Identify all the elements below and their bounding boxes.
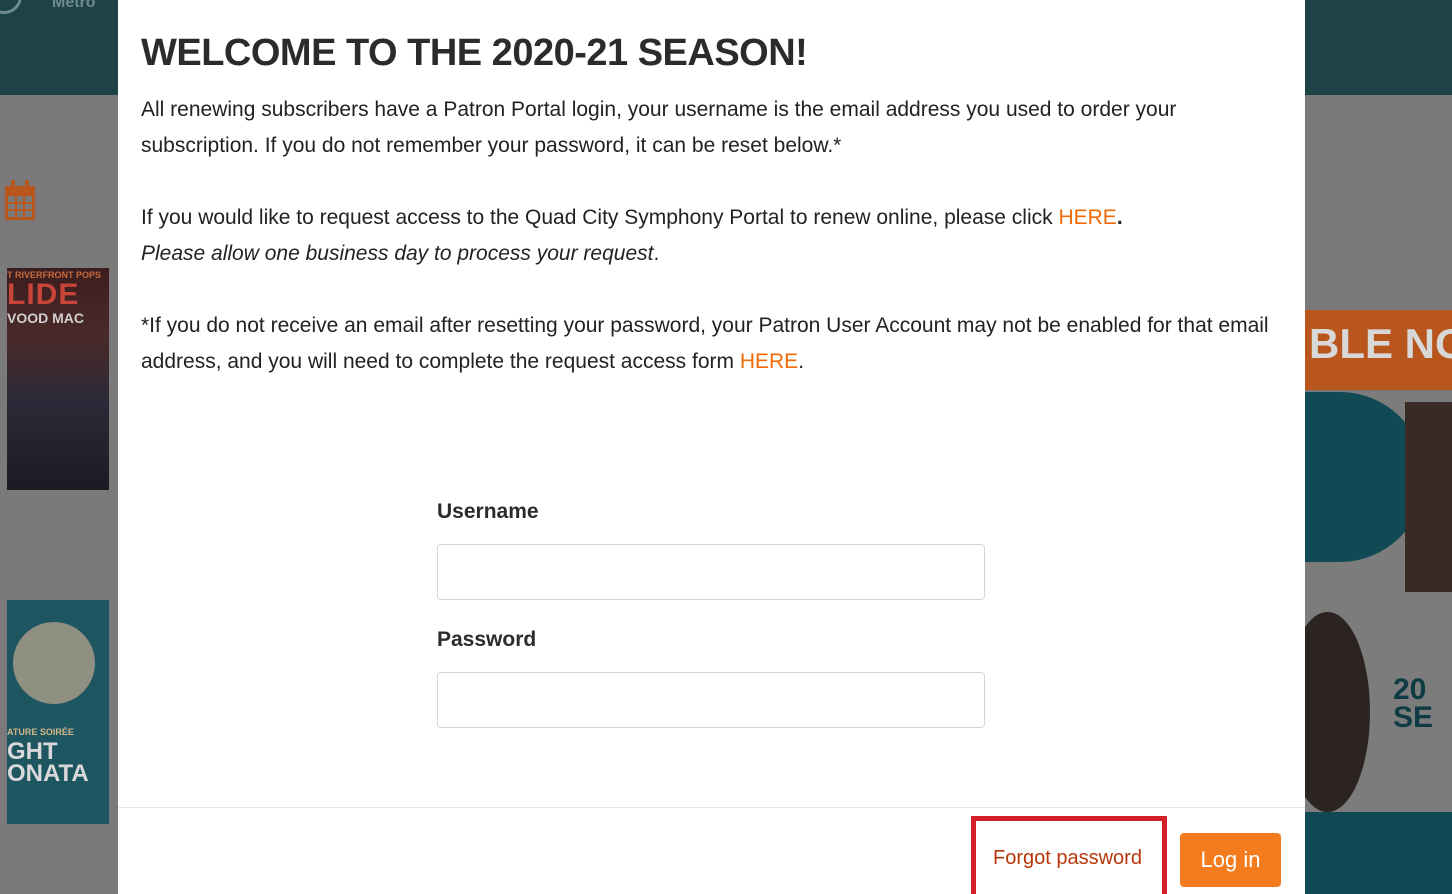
password-input[interactable] (437, 672, 985, 728)
site-logo-icon (0, 0, 22, 14)
moon-image (13, 622, 95, 704)
login-button[interactable]: Log in (1180, 833, 1281, 887)
intro-paragraph: All renewing subscribers have a Patron P… (141, 98, 1177, 157)
username-input[interactable] (437, 544, 985, 600)
login-form: Username Password (437, 500, 985, 728)
calendar-icon (5, 180, 35, 220)
request-access-link[interactable]: HERE (1058, 206, 1116, 229)
season-promo-art[interactable]: 20 SE (1305, 392, 1452, 894)
available-now-banner: BLE NO (1305, 310, 1452, 390)
request-access-paragraph: If you would like to request access to t… (141, 200, 1291, 272)
period: . (1116, 206, 1123, 229)
event-poster-soiree[interactable]: ATURE SOIRÉE GHT ONATA (7, 600, 109, 824)
period-2: . (653, 242, 660, 265)
username-label: Username (437, 500, 539, 523)
poster-title-2: ONATA (7, 760, 89, 787)
request-access-text: If you would like to request access to t… (141, 206, 1059, 229)
poster-caption: VOOD MAC (7, 310, 84, 326)
reset-note-text: *If you do not receive an email after re… (141, 314, 1269, 373)
period-3: . (798, 350, 805, 373)
password-label: Password (437, 628, 537, 651)
promo-year-text: 20 SE (1393, 673, 1434, 734)
promo-photo-violinist (1305, 612, 1370, 812)
poster-title: LIDE (7, 278, 80, 311)
event-poster-riverfront-pops[interactable]: T RIVERFRONT POPS LIDE VOOD MAC (7, 268, 109, 490)
site-logo-text: Metro (52, 0, 96, 11)
reset-note-paragraph: *If you do not receive an email after re… (141, 308, 1291, 380)
request-access-form-link[interactable]: HERE (740, 350, 798, 373)
forgot-password-link[interactable]: Forgot password (993, 847, 1142, 870)
processing-note: Please allow one business day to process… (141, 242, 654, 265)
login-modal: WELCOME TO THE 2020-21 SEASON! All renew… (118, 0, 1305, 894)
poster-subtitle: ATURE SOIRÉE (7, 727, 74, 737)
promo-photo (1405, 402, 1452, 592)
modal-body: All renewing subscribers have a Patron P… (141, 92, 1291, 416)
promo-shape-bottom (1305, 812, 1452, 894)
modal-title: WELCOME TO THE 2020-21 SEASON! (141, 32, 808, 74)
